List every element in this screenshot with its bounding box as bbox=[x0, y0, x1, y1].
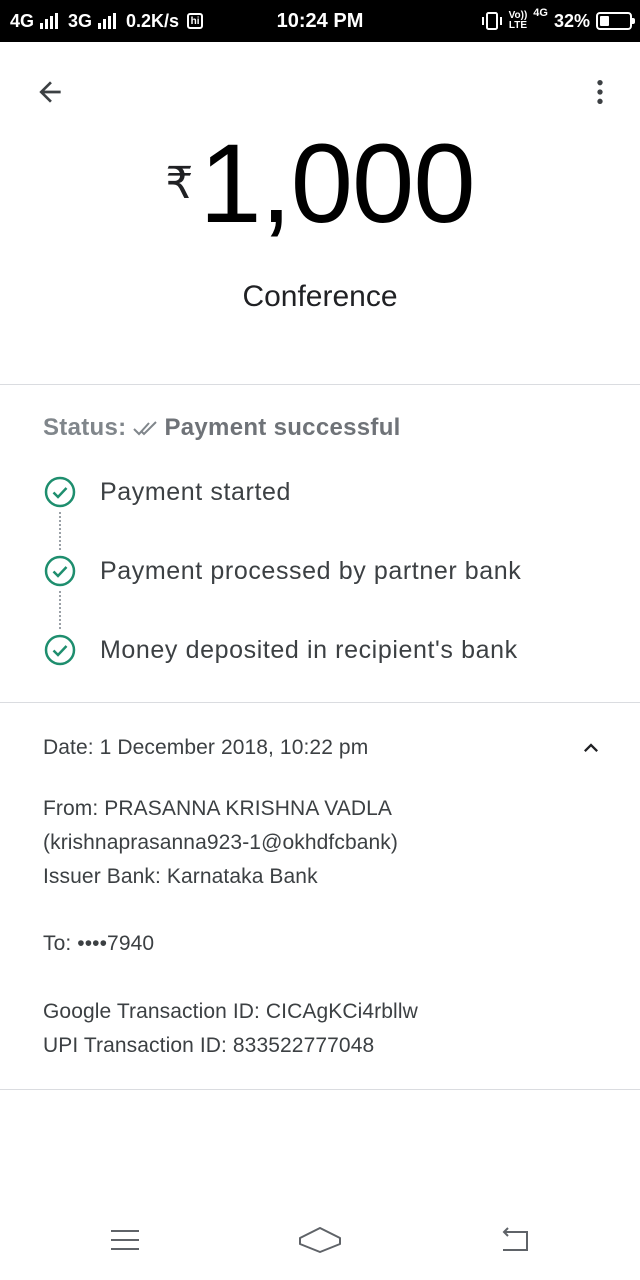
back-button[interactable] bbox=[30, 72, 70, 112]
from-upi-id: (krishnaprasanna923-1@okhdfcbank) bbox=[43, 831, 398, 854]
divider bbox=[0, 384, 640, 385]
check-circle-icon bbox=[44, 555, 76, 587]
amount-value: 1,000 bbox=[199, 121, 475, 246]
double-check-icon bbox=[133, 421, 158, 436]
vibrate-icon bbox=[481, 12, 502, 30]
step-label: Payment processed by partner bank bbox=[100, 557, 522, 585]
volte-indicator: Vo)) LTE bbox=[509, 11, 528, 31]
divider bbox=[0, 1089, 640, 1090]
status-step: Payment processed by partner bank bbox=[44, 551, 604, 630]
payment-amount: ₹ 1,000 bbox=[0, 128, 640, 240]
chevron-up-icon bbox=[584, 743, 598, 752]
step-label: Payment started bbox=[100, 478, 292, 506]
to-account: To: ••••7940 bbox=[43, 932, 155, 955]
more-vert-icon bbox=[597, 80, 603, 104]
volte-bottom: LTE bbox=[508, 20, 527, 31]
battery-fill bbox=[600, 16, 609, 26]
nav-home-button[interactable] bbox=[296, 1218, 344, 1262]
step-connector bbox=[59, 591, 61, 629]
arrow-back-icon bbox=[39, 81, 61, 103]
status-step: Payment started bbox=[44, 472, 604, 551]
status-bar-right: Vo)) LTE 4G 32% bbox=[481, 0, 635, 42]
more-options-button[interactable] bbox=[580, 72, 620, 112]
status-value: Payment successful bbox=[164, 414, 401, 441]
payee-name: Conference bbox=[242, 280, 398, 313]
transaction-date: Date: 1 December 2018, 10:22 pm bbox=[43, 736, 369, 759]
status-step: Money deposited in recipient's bank bbox=[44, 630, 604, 709]
nav-back-icon bbox=[502, 1227, 528, 1251]
issuer-bank: Issuer Bank: Karnataka Bank bbox=[43, 865, 318, 888]
step-connector bbox=[59, 512, 61, 550]
network-type-3: 4G bbox=[533, 7, 548, 19]
home-icon bbox=[299, 1227, 341, 1253]
google-transaction-id: Google Transaction ID: CICAgKCi4rbllw bbox=[43, 1000, 418, 1023]
check-circle-icon bbox=[44, 476, 76, 508]
divider bbox=[0, 702, 640, 703]
nav-back-button[interactable] bbox=[491, 1218, 539, 1262]
battery-percent: 32% bbox=[553, 10, 590, 31]
nav-menu-button[interactable] bbox=[101, 1218, 149, 1262]
check-circle-icon bbox=[44, 634, 76, 666]
from-name: From: PRASANNA KRISHNA VADLA bbox=[43, 797, 393, 820]
status-steps: Payment started Payment processed by par… bbox=[44, 472, 604, 709]
collapse-details-button[interactable] bbox=[575, 732, 607, 764]
navigation-bar bbox=[0, 1200, 640, 1280]
menu-icon bbox=[111, 1230, 139, 1250]
upi-transaction-id: UPI Transaction ID: 833522777048 bbox=[43, 1034, 375, 1057]
currency-symbol: ₹ bbox=[165, 159, 194, 208]
step-label: Money deposited in recipient's bank bbox=[100, 636, 518, 664]
status-label: Status: bbox=[43, 414, 127, 441]
payment-status: Status: Payment successful bbox=[43, 414, 401, 442]
status-bar: 4G 3G 0.2K/s hi 10:24 PM Vo)) LTE 4G 32% bbox=[0, 0, 640, 42]
battery-icon bbox=[596, 12, 635, 30]
